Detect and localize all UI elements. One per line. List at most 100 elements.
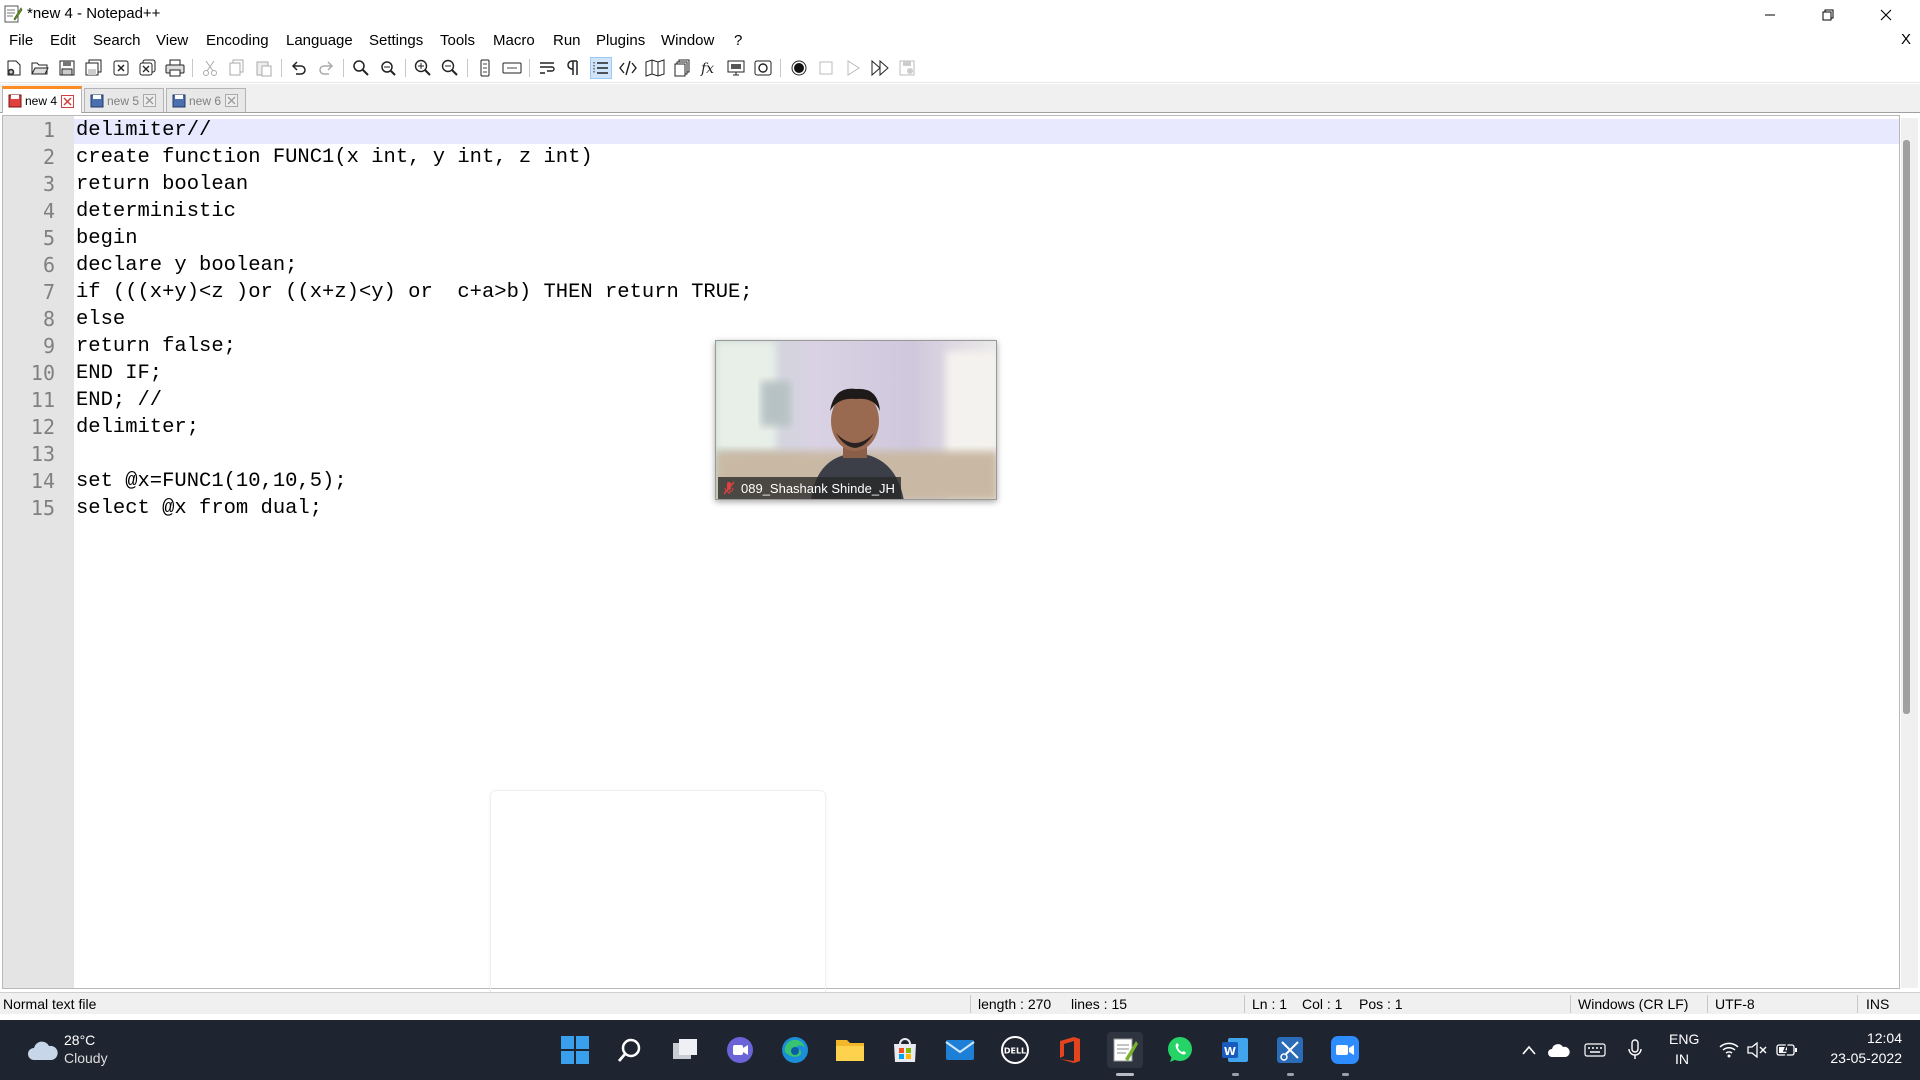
new-file-button[interactable] (3, 57, 25, 79)
wifi-icon (1719, 1042, 1739, 1058)
network-button[interactable] (1712, 1032, 1746, 1068)
language-xml-button[interactable] (617, 57, 639, 79)
document-map-button[interactable] (644, 57, 666, 79)
taskbar-search-button[interactable] (612, 1032, 648, 1068)
save-macro-icon (899, 60, 915, 76)
close-window-button[interactable] (1858, 0, 1914, 30)
record-macro-button[interactable] (788, 57, 810, 79)
tab-new-5[interactable]: new 5 (84, 88, 164, 112)
open-file-button[interactable] (29, 57, 51, 79)
redo-icon (319, 61, 334, 75)
office-button[interactable] (1052, 1032, 1088, 1068)
save-macro-button[interactable] (896, 57, 918, 79)
tab-label: new 4 (25, 94, 58, 108)
tab-close-icon[interactable] (225, 94, 239, 107)
menu-run[interactable]: Run (553, 32, 581, 49)
input-language[interactable]: ENG (1669, 1031, 1699, 1047)
menu-tools[interactable]: Tools (440, 32, 475, 49)
participant-name-label: 089_Shashank Shinde_JH (718, 477, 901, 499)
run-macro-multiple-button[interactable] (869, 57, 891, 79)
weather-widget[interactable]: 28°C Cloudy (24, 1032, 164, 1068)
menu-plugins[interactable]: Plugins (596, 32, 645, 49)
menu-help[interactable]: ? (734, 32, 742, 49)
code-editor[interactable]: 1 delimiter// 2 create function FUNC1(x … (2, 115, 1900, 989)
tab-close-icon[interactable] (61, 94, 75, 108)
close-button[interactable] (110, 57, 132, 79)
onedrive-button[interactable] (1541, 1032, 1577, 1068)
battery-button[interactable] (1772, 1032, 1802, 1068)
playback-button[interactable] (842, 57, 864, 79)
whatsapp-icon (1168, 1037, 1192, 1062)
indent-guide-button[interactable] (590, 57, 612, 79)
snipping-tool-button[interactable] (1272, 1032, 1308, 1068)
menu-window[interactable]: Window (661, 32, 714, 49)
clock[interactable]: 12:04 23-05-2022 (1810, 1030, 1910, 1070)
monitoring-button[interactable] (752, 57, 774, 79)
eol-format-label[interactable]: Windows (CR LF) (1578, 996, 1688, 1012)
document-list-button[interactable] (671, 57, 693, 79)
close-all-button[interactable] (137, 57, 159, 79)
code-line: return boolean (76, 173, 249, 196)
video-tile[interactable]: 089_Shashank Shinde_JH (715, 340, 997, 500)
input-region[interactable]: IN (1675, 1051, 1689, 1067)
show-all-characters-button[interactable] (563, 57, 585, 79)
cursor-position-label: Pos : 1 (1359, 996, 1403, 1012)
tab-new-6[interactable]: new 6 (166, 88, 246, 112)
teams-chat-button[interactable] (722, 1032, 758, 1068)
sync-vertical-button[interactable] (474, 57, 496, 79)
replace-button[interactable] (377, 57, 399, 79)
save-button[interactable] (56, 57, 78, 79)
restore-button[interactable] (1800, 0, 1856, 30)
toolbar: fx (0, 53, 1920, 83)
sync-horizontal-button[interactable] (501, 57, 523, 79)
zoom-out-button[interactable] (439, 57, 461, 79)
notepad-plus-plus-taskbar-button[interactable] (1107, 1032, 1143, 1068)
cut-icon (203, 60, 217, 76)
paste-button[interactable] (253, 57, 275, 79)
saved-file-icon (172, 94, 186, 107)
language-xml-icon (619, 60, 637, 76)
menu-macro[interactable]: Macro (493, 32, 535, 49)
close-document-button[interactable]: X (1901, 31, 1911, 48)
tab-new-4[interactable]: new 4 (2, 86, 82, 113)
folder-as-workspace-button[interactable] (725, 57, 747, 79)
tab-close-icon[interactable] (143, 94, 157, 107)
menu-encoding[interactable]: Encoding (206, 32, 269, 49)
menu-file[interactable]: File (9, 32, 33, 49)
menu-language[interactable]: Language (286, 32, 353, 49)
edge-button[interactable] (777, 1032, 813, 1068)
microphone-button[interactable] (1617, 1032, 1653, 1068)
mail-button[interactable] (942, 1032, 978, 1068)
scrollbar-thumb[interactable] (1903, 140, 1910, 714)
print-button[interactable] (164, 57, 186, 79)
menu-edit[interactable]: Edit (50, 32, 76, 49)
cursor-line-label: Ln : 1 (1252, 996, 1288, 1012)
find-button[interactable] (350, 57, 372, 79)
file-explorer-button[interactable] (832, 1032, 868, 1068)
undo-button[interactable] (288, 57, 310, 79)
stop-recording-button[interactable] (815, 57, 837, 79)
task-view-button[interactable] (667, 1032, 703, 1068)
clock-date: 23-05-2022 (1830, 1050, 1902, 1066)
function-list-button[interactable]: fx (698, 57, 720, 79)
cut-button[interactable] (199, 57, 221, 79)
save-all-button[interactable] (83, 57, 105, 79)
window-title: *new 4 - Notepad++ (27, 5, 161, 22)
zoom-button[interactable] (1327, 1032, 1363, 1068)
redo-button[interactable] (315, 57, 337, 79)
dell-button[interactable]: DELL (997, 1032, 1033, 1068)
menu-settings[interactable]: Settings (369, 32, 423, 49)
start-button[interactable] (557, 1032, 593, 1068)
copy-button[interactable] (226, 57, 248, 79)
whatsapp-button[interactable] (1162, 1032, 1198, 1068)
minimize-button[interactable] (1742, 0, 1798, 30)
zoom-in-button[interactable] (412, 57, 434, 79)
menu-view[interactable]: View (156, 32, 188, 49)
word-button[interactable]: W (1217, 1032, 1253, 1068)
encoding-label[interactable]: UTF-8 (1715, 996, 1755, 1012)
volume-button[interactable] (1742, 1032, 1772, 1068)
word-wrap-button[interactable] (536, 57, 558, 79)
menu-search[interactable]: Search (93, 32, 141, 49)
touch-keyboard-button[interactable] (1577, 1032, 1613, 1068)
microsoft-store-button[interactable] (887, 1032, 923, 1068)
